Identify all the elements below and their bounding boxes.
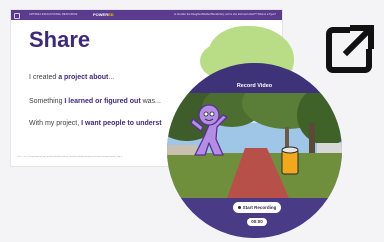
video-recorder: Record Video Start Recording 00:00 — [167, 63, 342, 238]
prompt-3: With my project, I want people to unders… — [29, 120, 162, 127]
prompt-1: I created a project about... — [29, 74, 115, 81]
header-question: Is Jennifer the Daughter/Mother/Benefici… — [174, 13, 276, 16]
record-icon — [237, 206, 241, 210]
start-recording-button[interactable]: Start Recording — [233, 202, 281, 213]
camera-preview — [167, 93, 342, 198]
slide-title: Share — [29, 27, 91, 52]
recorder-title: Record Video — [167, 63, 342, 93]
brand-logo: POWERED — [93, 12, 114, 17]
slide-header: ARTSMIA EDUCATIONAL RESOURCE POWERED Is … — [11, 10, 282, 20]
menu-icon — [14, 13, 20, 19]
prompt-2: Something I learned or figured out was..… — [29, 98, 161, 105]
org-name: ARTSMIA EDUCATIONAL RESOURCE — [29, 13, 78, 16]
character-icon — [190, 104, 228, 156]
drum-icon — [281, 146, 299, 175]
recording-timer: 00:00 — [247, 218, 267, 226]
